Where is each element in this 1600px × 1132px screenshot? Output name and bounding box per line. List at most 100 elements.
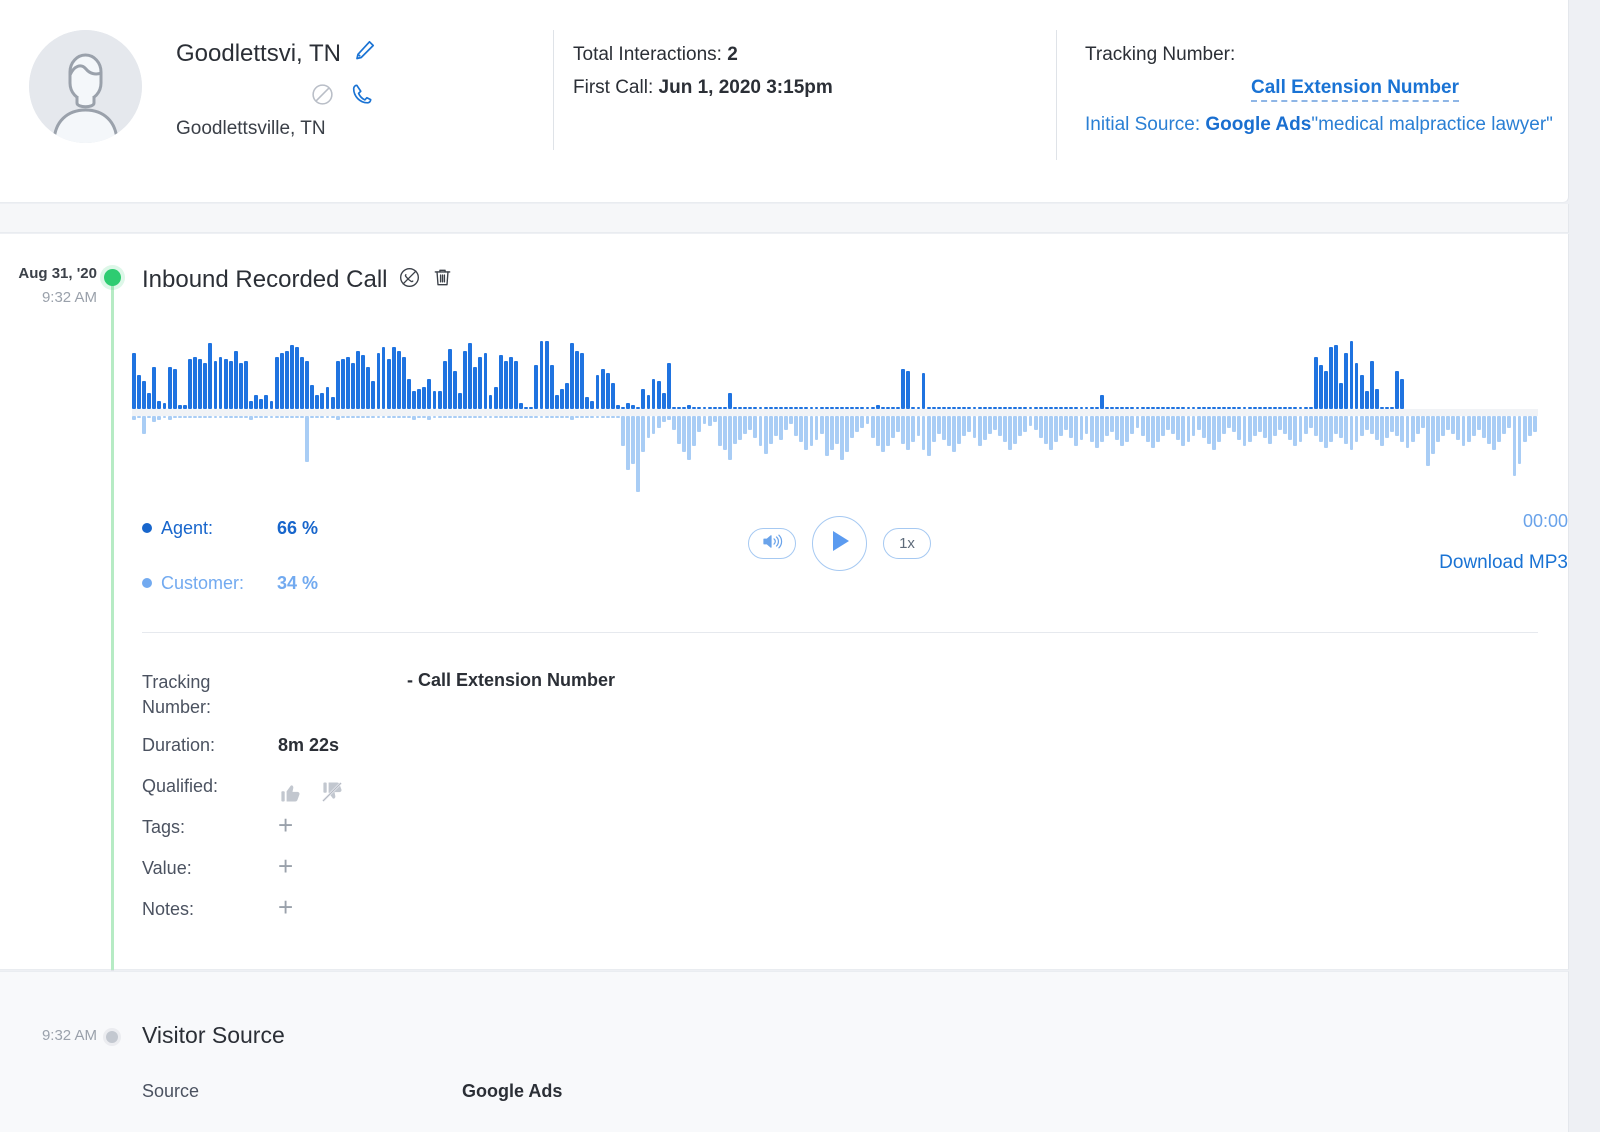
waveform-bar-agent — [906, 371, 911, 409]
waveform-bar-agent — [682, 407, 687, 409]
waveform-bar-agent — [1161, 407, 1165, 409]
waveform-bar-customer — [1120, 416, 1125, 446]
tracking-number-label: Tracking Number: — [1085, 44, 1236, 65]
waveform-bar-customer — [310, 416, 315, 418]
waveform-bar-customer — [244, 416, 248, 418]
waveform-bar-customer — [1436, 416, 1440, 442]
phone-icon[interactable] — [349, 82, 374, 112]
waveform-bar-customer — [671, 416, 676, 430]
waveform-bar-customer — [325, 416, 330, 418]
waveform-bar-agent — [1232, 407, 1237, 409]
waveform-bar-agent — [1222, 407, 1227, 409]
pencil-icon[interactable] — [353, 38, 377, 67]
audio-player-controls: 1x — [748, 516, 931, 571]
waveform-bar-customer — [738, 416, 743, 440]
waveform-bar-agent — [870, 407, 875, 409]
waveform-bar-customer — [926, 416, 931, 456]
waveform-bar-customer — [896, 416, 900, 432]
waveform-bar-customer — [1405, 416, 1410, 448]
add-note-button[interactable]: + — [278, 894, 293, 938]
waveform-bar-customer — [279, 416, 284, 418]
waveform-bar-customer — [447, 416, 452, 418]
waveform-bar-agent — [1059, 407, 1063, 409]
waveform-bar-customer — [524, 416, 529, 418]
waveform-bar-customer — [992, 416, 997, 430]
qualified-icon-group — [278, 774, 344, 815]
thumbs-up-icon[interactable] — [278, 780, 302, 809]
waveform-bar-customer — [1150, 416, 1155, 448]
waveform-bar-agent — [1155, 407, 1160, 409]
waveform-bar-customer — [1252, 416, 1257, 436]
waveform-bar-customer — [865, 416, 870, 424]
waveform-bar-agent — [264, 395, 269, 409]
waveform-bar-customer — [1410, 416, 1415, 442]
waveform-bar-customer — [1043, 416, 1048, 444]
blocked-call-icon[interactable] — [398, 266, 421, 294]
waveform-bar-customer — [743, 416, 748, 434]
call-audio-waveform[interactable] — [132, 320, 1538, 492]
waveform-bar-customer — [259, 416, 264, 418]
agent-dot-icon — [142, 523, 152, 533]
waveform-bar-agent — [1400, 379, 1405, 409]
waveform-bar-customer — [1181, 416, 1186, 446]
waveform-bar-customer — [284, 416, 289, 418]
waveform-bar-agent — [289, 345, 294, 409]
waveform-bar-customer — [254, 416, 259, 418]
waveform-bar-agent — [335, 361, 340, 409]
waveform-axis — [132, 409, 1538, 416]
waveform-bar-agent — [1288, 407, 1293, 409]
waveform-bar-agent — [478, 357, 483, 409]
waveform-bar-customer — [1390, 416, 1395, 432]
waveform-bar-customer — [804, 416, 809, 450]
waveform-bar-agent — [656, 381, 661, 409]
waveform-bar-agent — [778, 407, 783, 409]
waveform-bar-agent — [1268, 407, 1272, 409]
waveform-bar-agent — [198, 359, 203, 409]
first-call-row: First Call: Jun 1, 2020 3:15pm — [573, 71, 833, 104]
waveform-bar-agent — [412, 391, 417, 409]
block-circle-icon[interactable] — [310, 82, 335, 112]
waveform-bar-customer — [957, 416, 962, 444]
waveform-bar-agent — [162, 403, 167, 409]
waveform-bar-agent — [671, 407, 676, 409]
waveform-bar-agent — [880, 407, 885, 409]
waveform-bar-customer — [1094, 416, 1099, 448]
waveform-bar-customer — [493, 416, 498, 418]
waveform-bar-agent — [570, 343, 574, 409]
waveform-bar-agent — [666, 363, 671, 409]
add-value-button[interactable]: + — [278, 853, 293, 897]
waveform-bar-customer — [794, 416, 799, 436]
waveform-bar-agent — [941, 407, 946, 409]
timeline-line-active — [111, 280, 114, 970]
trash-icon[interactable] — [431, 266, 454, 294]
waveform-bar-customer — [529, 416, 534, 418]
waveform-bar-agent — [743, 407, 748, 409]
thumbs-down-crossed-icon[interactable] — [320, 780, 344, 809]
add-tag-button[interactable]: + — [278, 812, 293, 856]
visitor-source-time: 9:32 AM — [41, 1027, 97, 1044]
waveform-bar-agent — [1201, 407, 1206, 409]
tracking-number-value[interactable]: Call Extension Number — [1251, 77, 1459, 102]
waveform-bar-customer — [1288, 416, 1293, 440]
waveform-bar-agent — [458, 393, 462, 409]
waveform-bar-agent — [381, 347, 386, 409]
initial-source-name[interactable]: Google Ads — [1205, 114, 1311, 135]
download-mp3-link[interactable]: Download MP3 — [1439, 552, 1568, 574]
waveform-bar-customer — [554, 416, 559, 418]
playback-speed-button[interactable]: 1x — [883, 528, 931, 559]
waveform-bar-customer — [682, 416, 687, 452]
waveform-bar-customer — [1466, 416, 1471, 442]
volume-button[interactable] — [748, 528, 796, 559]
waveform-bar-agent — [1318, 365, 1323, 409]
waveform-bar-agent — [549, 365, 554, 409]
waveform-bar-agent — [305, 361, 310, 409]
detail-label-duration: Duration: — [142, 735, 216, 755]
waveform-bar-customer — [1125, 416, 1130, 442]
play-button[interactable] — [812, 516, 867, 571]
waveform-bar-customer — [1048, 416, 1053, 450]
waveform-bar-agent — [585, 397, 590, 409]
waveform-bar-agent — [534, 365, 539, 409]
waveform-bar-agent — [1339, 383, 1344, 409]
waveform-bar-customer — [208, 416, 213, 418]
waveform-bar-agent — [310, 385, 315, 409]
